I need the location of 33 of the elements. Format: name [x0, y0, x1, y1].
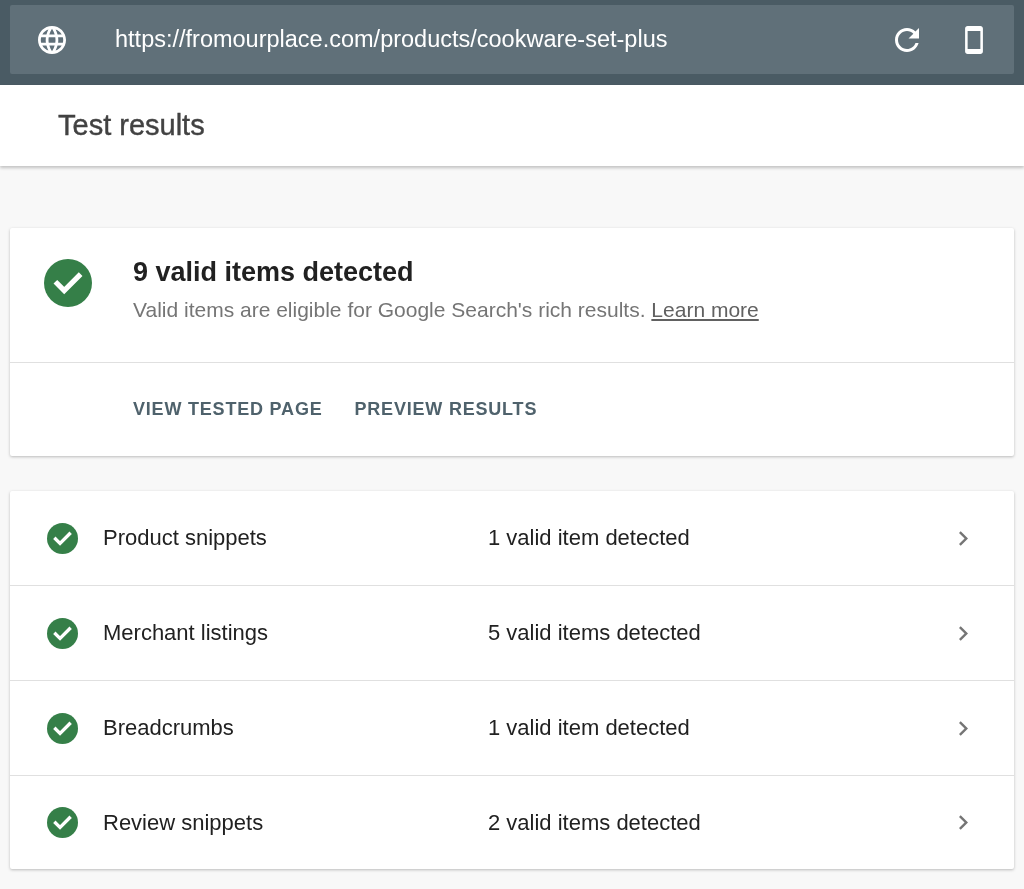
smartphone-icon	[965, 25, 983, 54]
page-title: Test results	[58, 109, 205, 142]
result-name: Review snippets	[103, 809, 265, 836]
check-circle-icon	[47, 617, 78, 649]
result-count: 1 valid item detected	[488, 525, 691, 551]
result-count: 5 valid items detected	[488, 620, 702, 646]
chevron-right-icon	[959, 815, 968, 830]
reload-icon	[895, 27, 919, 52]
preview-button[interactable]: PREVIEW RESULTS	[344, 389, 548, 430]
check-circle-icon	[44, 259, 92, 307]
summary-title: 9 valid items detected	[133, 256, 415, 288]
result-row[interactable]: Merchant listings 5 valid items detected	[10, 586, 1014, 681]
mobile-device-button[interactable]	[965, 25, 983, 54]
reload-button[interactable]	[895, 27, 919, 52]
check-circle-icon	[47, 712, 78, 744]
result-count: 1 valid item detected	[488, 715, 691, 741]
result-name: Breadcrumbs	[103, 715, 235, 741]
result-row[interactable]: Breadcrumbs 1 valid item detected	[10, 681, 1014, 776]
summary-description: Valid items are eligible for Google Search's rich results. Learn more	[133, 297, 759, 323]
url-text: https://fromourplace.com/products/cookware-set-plus	[115, 26, 669, 53]
chevron-right-icon	[959, 625, 968, 641]
chevron-right-icon	[959, 720, 968, 736]
chevron-right-icon	[959, 530, 968, 546]
view-page-button[interactable]: VIEW TESTED PAGE	[123, 389, 333, 430]
globe-icon	[38, 25, 66, 54]
check-circle-icon	[47, 522, 78, 554]
result-row[interactable]: Review snippets 2 valid items detected	[10, 776, 1014, 869]
result-row[interactable]: Product snippets 1 valid item detected	[10, 491, 1014, 586]
result-name: Product snippets	[103, 525, 268, 551]
learn-more-link[interactable]: Learn more	[651, 298, 759, 321]
result-count: 2 valid items detected	[488, 809, 702, 836]
result-name: Merchant listings	[103, 620, 270, 646]
check-circle-icon	[47, 807, 78, 838]
